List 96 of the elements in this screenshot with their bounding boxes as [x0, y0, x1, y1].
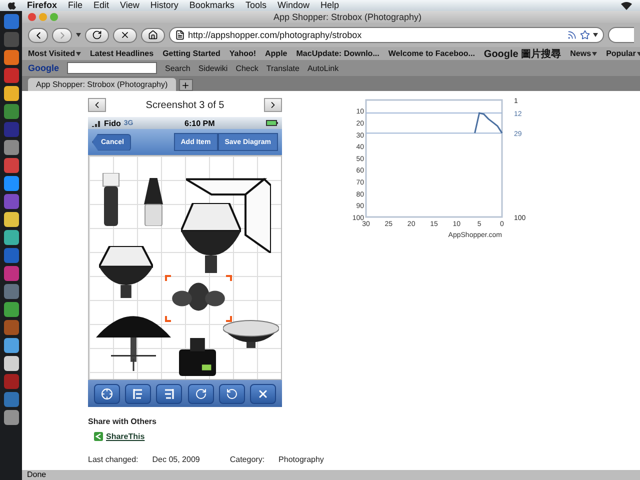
battery-icon	[266, 120, 278, 126]
browser-tab[interactable]: App Shopper: Strobox (Photography)	[28, 78, 176, 91]
app-icon[interactable]	[4, 140, 18, 155]
caret-icon	[76, 33, 81, 37]
hooded-light-drawing[interactable]	[99, 246, 153, 298]
hooded-light-drawing[interactable]	[181, 203, 241, 273]
carrier-label: Fido	[104, 118, 121, 128]
app-icon[interactable]	[4, 410, 18, 425]
toolbar-button[interactable]: Search	[165, 64, 190, 72]
toolbar-button[interactable]: Check	[236, 64, 258, 72]
menu-item[interactable]: File	[68, 0, 83, 11]
new-tab-button[interactable]	[178, 79, 193, 91]
menu-item[interactable]: Bookmarks	[189, 0, 234, 11]
reload-icon	[92, 30, 102, 40]
bookmark-item[interactable]: Yahoo!	[229, 49, 256, 58]
detail-value: Photography	[278, 455, 324, 464]
bookmark-item[interactable]: Popular	[606, 49, 640, 58]
bookmark-item[interactable]: Apple	[265, 49, 288, 58]
caret-icon	[592, 52, 598, 56]
app-icon[interactable]	[4, 86, 18, 101]
rotate-right-icon	[194, 388, 207, 400]
apple-icon[interactable]	[8, 1, 16, 10]
search-field[interactable]	[67, 62, 157, 74]
bookmark-item[interactable]: Latest Headlines	[90, 49, 154, 58]
beauty-dish-drawing[interactable]	[223, 320, 279, 348]
bookmark-item[interactable]: News	[570, 49, 598, 58]
app-icon[interactable]	[4, 356, 18, 371]
app-icon[interactable]	[4, 212, 18, 227]
align-icon	[132, 388, 144, 400]
address-field[interactable]: http://appshopper.com/photography/strobox	[169, 27, 604, 43]
top-light-drawing[interactable]	[165, 275, 232, 322]
screenshot-caption: Screenshot 3 of 5	[146, 100, 224, 110]
app-icon[interactable]	[4, 302, 18, 317]
rss-icon[interactable]	[567, 30, 577, 40]
plus-icon	[181, 80, 190, 90]
crosshair-icon	[100, 388, 113, 400]
bookmark-item[interactable]: Most Visited	[28, 49, 81, 58]
close-icon	[257, 388, 270, 400]
toolbar-button[interactable]: Translate	[266, 64, 300, 72]
search-field[interactable]	[608, 27, 634, 43]
camera-drawing[interactable]	[179, 338, 216, 376]
close-icon[interactable]	[28, 13, 36, 21]
menu-item[interactable]: View	[120, 0, 140, 11]
previous-button[interactable]	[88, 98, 106, 112]
flash-drawing[interactable]	[101, 173, 121, 226]
caret-icon	[636, 52, 640, 56]
menu-item[interactable]: Firefox	[27, 0, 58, 11]
status-bar: Done	[22, 470, 640, 480]
toolbar-button[interactable]: AutoLink	[307, 64, 339, 72]
menu-item[interactable]: Window	[277, 0, 310, 11]
stop-button[interactable]	[113, 28, 137, 42]
home-button[interactable]	[141, 28, 165, 42]
align-icon	[163, 388, 176, 400]
google-logo: Google	[28, 63, 59, 73]
back-button[interactable]	[28, 28, 48, 42]
bookmark-item[interactable]: Google 圖片搜尋	[484, 47, 562, 60]
menu-item[interactable]: Help	[320, 0, 339, 11]
tool-button[interactable]	[156, 384, 182, 404]
detail-value: Dec 05, 2009	[152, 455, 200, 464]
app-icon[interactable]	[4, 50, 18, 65]
app-icon[interactable]	[4, 338, 18, 353]
menu-item[interactable]: Edit	[94, 0, 110, 11]
snoot-drawing[interactable]	[144, 178, 163, 226]
app-icon[interactable]	[4, 176, 18, 191]
detail-label: Last changed:	[88, 455, 138, 464]
caret-icon	[76, 52, 81, 56]
forward-button[interactable]	[52, 28, 72, 42]
share-heading: Share with Others	[88, 417, 158, 426]
rank-line	[474, 112, 503, 134]
tool-button[interactable]	[124, 384, 151, 404]
rotate-left-icon	[226, 388, 238, 400]
app-icon[interactable]	[4, 230, 18, 245]
bookmark-item[interactable]: Welcome to Faceboo...	[388, 49, 475, 58]
menu-item[interactable]: Tools	[245, 0, 266, 11]
sharethis-link[interactable]: ShareThis	[106, 432, 145, 441]
page-icon	[175, 30, 185, 40]
signal-icon	[92, 120, 101, 126]
detail-label: Category:	[230, 455, 265, 464]
star-icon[interactable]	[580, 30, 590, 40]
window-title: App Shopper: Strobox (Photography)	[272, 12, 423, 22]
next-button[interactable]	[264, 98, 282, 112]
bookmark-item[interactable]: Getting Started	[162, 49, 220, 58]
caret-icon	[593, 33, 598, 37]
home-icon	[148, 30, 158, 40]
time-label: 6:10 PM	[184, 118, 216, 128]
reload-button[interactable]	[85, 28, 109, 42]
tool-button[interactable]	[94, 384, 120, 404]
share-icon	[94, 432, 103, 441]
toolbar-button[interactable]: Sidewiki	[198, 64, 228, 72]
wifi-icon[interactable]	[621, 1, 632, 10]
tool-button[interactable]	[250, 384, 276, 404]
bookmark-item[interactable]: MacUpdate: Downlo...	[296, 49, 380, 58]
close-icon	[120, 30, 130, 40]
tool-button[interactable]	[188, 384, 214, 404]
tool-button[interactable]	[218, 384, 245, 404]
menu-item[interactable]: History	[150, 0, 178, 11]
